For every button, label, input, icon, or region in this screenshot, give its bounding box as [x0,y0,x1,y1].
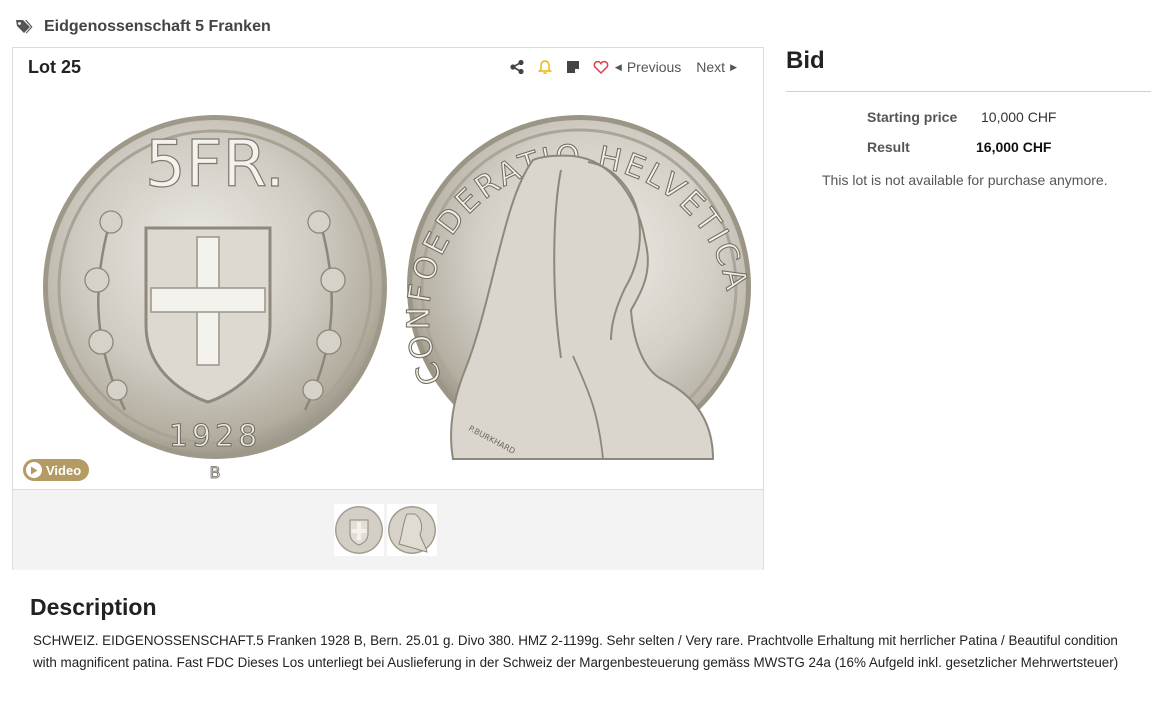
next-label: Next [696,59,726,75]
tags-icon [15,19,33,35]
video-button[interactable]: Video [23,459,89,481]
play-icon [26,462,42,478]
video-label: Video [46,462,82,478]
starting-price-value: 10,000 CHF [981,109,1057,125]
coin-year: 1928 [169,419,261,454]
breadcrumb-label[interactable]: Eidgenossenschaft 5 Franken [44,18,271,36]
lot-actions: ◀ Previous Next ▶ [497,58,737,76]
availability-note: This lot is not available for purchase a… [822,172,1108,188]
coin-denomination: 5FR. [145,128,285,202]
coin-mintmark: B [210,463,221,482]
starting-price-row: Starting price 10,000 CHF [786,109,1151,129]
result-row: Result 16,000 CHF [786,139,1151,159]
result-value: 16,000 CHF [976,139,1052,155]
caret-right-icon: ▶ [730,61,737,72]
result-label: Result [867,139,910,155]
coin-reverse: CONFOEDERATIO HELVETICA P.BURKHARD [400,115,753,460]
lot-image[interactable]: 5FR. 1928 B CONFOEDERA HELVETICA P.BURKH… [13,90,763,488]
caret-left-icon: ◀ [614,61,622,72]
description-section: Description SCHWEIZ. EIDGENOSSENSCHAFT.5… [30,594,1145,673]
coin-obverse: 5FR. 1928 B [43,115,387,482]
description-title: Description [30,594,157,620]
lot-card: Lot 25 ◀ Previous Next ▶ 5FR. 1928 B CON… [12,47,764,570]
note-icon[interactable] [565,59,581,75]
lot-header: Lot 25 ◀ Previous Next ▶ [13,48,763,88]
bid-title: Bid [786,47,825,74]
thumbnail-strip [13,489,763,570]
description-body: SCHWEIZ. EIDGENOSSENSCHAFT.5 Franken 192… [33,633,1119,670]
previous-label: Previous [626,59,682,75]
bid-panel: Bid Starting price 10,000 CHF Result 16,… [786,47,1151,188]
thumbnail-obverse[interactable] [334,504,384,556]
next-lot-link[interactable]: Next ▶ [696,59,737,75]
bell-icon[interactable] [537,59,553,75]
heart-icon[interactable] [593,59,609,75]
starting-price-label: Starting price [867,109,958,125]
previous-lot-link[interactable]: ◀ Previous [615,59,681,75]
bid-divider [786,91,1151,92]
breadcrumb: Eidgenossenschaft 5 Franken [15,14,271,40]
thumbnail-reverse[interactable] [387,504,437,556]
lot-title: Lot 25 [28,57,82,77]
share-icon[interactable] [509,59,525,75]
